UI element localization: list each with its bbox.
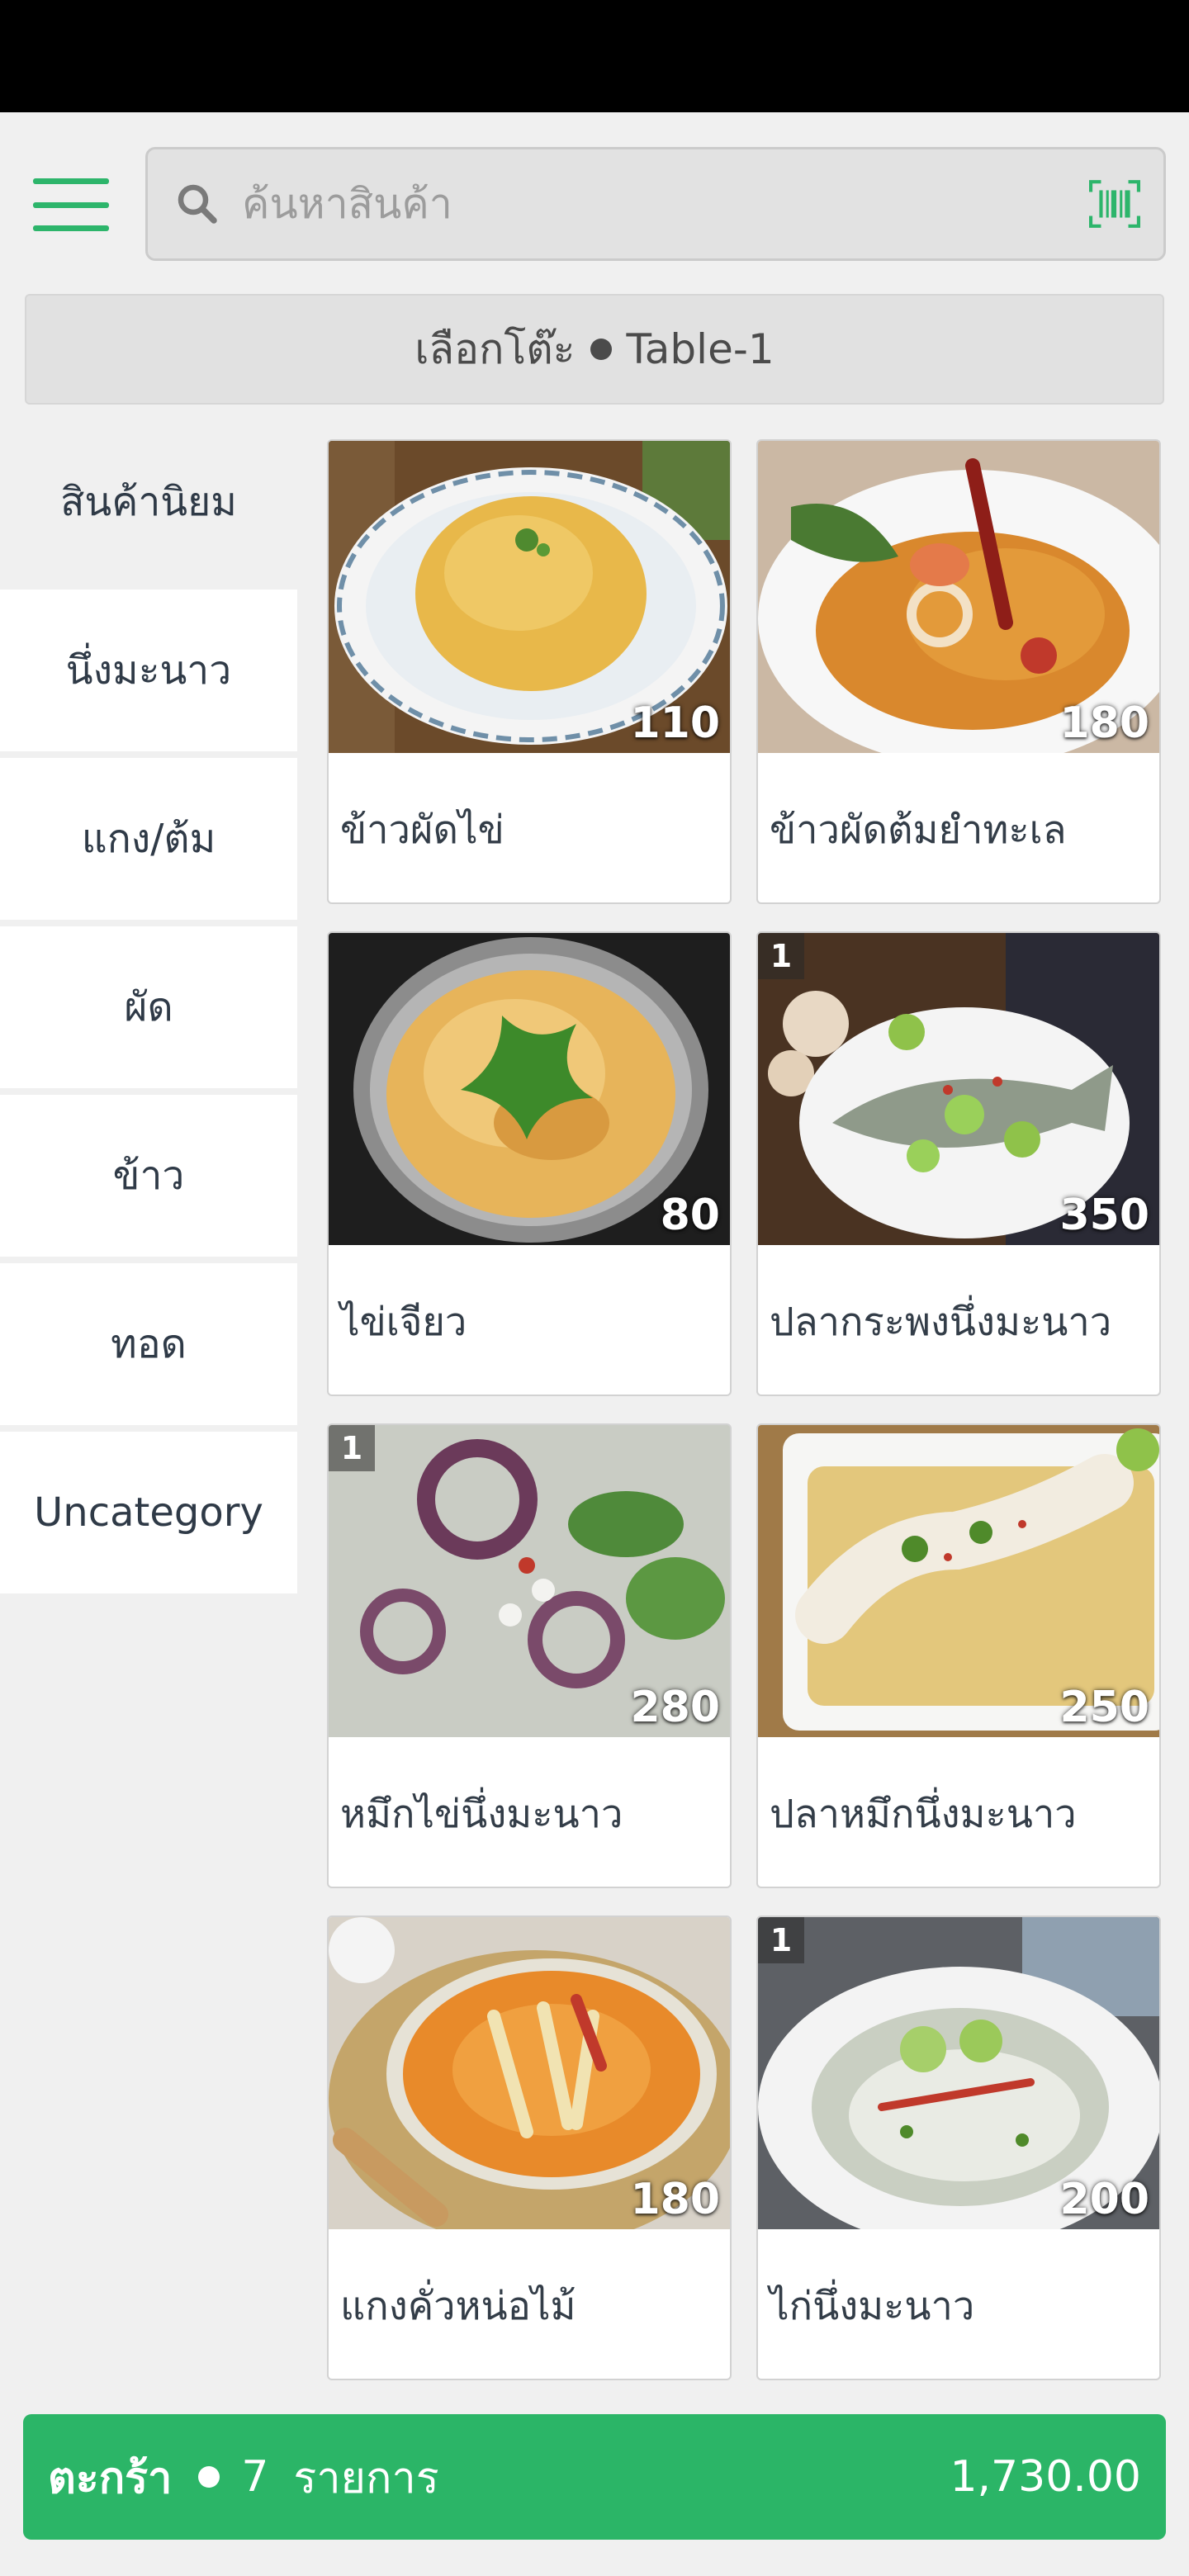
product-name: แกงคั่วหน่อไม้ — [340, 2283, 576, 2329]
separator-dot — [590, 339, 612, 360]
cart-button[interactable]: ตะกร้า 7 รายการ 1,730.00 — [23, 2414, 1166, 2540]
search-icon — [178, 184, 217, 224]
product-name: ไข่เจียว — [340, 1299, 467, 1345]
product-price: 80 — [660, 1191, 720, 1240]
status-bar — [0, 0, 1189, 112]
product-photo: 180 — [758, 441, 1159, 753]
category-label: แกง/ต้ม — [81, 816, 216, 862]
category-steamed-lime[interactable]: นึ่งมะนาว — [0, 590, 297, 751]
product-photo: 1 200 — [758, 1917, 1159, 2229]
product-name: ไก่นึ่งมะนาว — [770, 2283, 975, 2329]
hamburger-icon — [33, 178, 109, 184]
separator-dot — [198, 2466, 220, 2488]
product-card[interactable]: 180 แกงคั่วหน่อไม้ — [327, 1915, 732, 2380]
category-label: สินค้านิยม — [60, 479, 237, 525]
product-photo: 1 350 — [758, 933, 1159, 1245]
product-card[interactable]: 1 200 ไก่นึ่งมะนาว — [756, 1915, 1161, 2380]
product-price: 250 — [1059, 1683, 1149, 1732]
product-photo: 1 280 — [329, 1425, 730, 1737]
product-price: 200 — [1059, 2175, 1149, 2224]
product-card[interactable]: 250 ปลาหมึกนึ่งมะนาว — [756, 1423, 1161, 1888]
product-card[interactable]: 1 350 ปลากระพงนึ่งมะนาว — [756, 931, 1161, 1396]
product-quantity-badge: 1 — [758, 933, 804, 979]
search-input[interactable] — [242, 163, 1089, 245]
product-card[interactable]: 180 ข้าวผัดต้มยำทะเล — [756, 439, 1161, 904]
product-price: 110 — [630, 698, 720, 748]
product-photo: 80 — [329, 933, 730, 1245]
product-price: 280 — [630, 1683, 720, 1732]
product-price: 180 — [1059, 698, 1149, 748]
product-price: 180 — [630, 2175, 720, 2224]
cart-label: ตะกร้า — [48, 2453, 173, 2503]
cart-item-count: 7 — [241, 2452, 269, 2502]
category-label: ทอด — [111, 1321, 187, 1367]
product-name: ข้าวผัดไข่ — [340, 807, 504, 853]
category-label: นึ่งมะนาว — [65, 647, 232, 694]
category-sidebar: สินค้านิยม นึ่งมะนาว แกง/ต้ม ผัด ข้าว ทอ… — [0, 421, 297, 1600]
search-bar — [145, 147, 1166, 261]
product-card[interactable]: 1 280 หมึกไข่นึ่งมะนาว — [327, 1423, 732, 1888]
product-name: ปลากระพงนึ่งมะนาว — [770, 1299, 1112, 1345]
category-fried[interactable]: ทอด — [0, 1263, 297, 1425]
product-quantity-badge: 1 — [758, 1917, 804, 1963]
product-name: ข้าวผัดต้มยำทะเล — [770, 807, 1067, 853]
category-label: Uncategory — [34, 1489, 263, 1536]
category-stir-fry[interactable]: ผัด — [0, 926, 297, 1088]
category-uncategory[interactable]: Uncategory — [0, 1432, 297, 1593]
product-price: 350 — [1059, 1191, 1149, 1240]
product-photo: 180 — [329, 1917, 730, 2229]
menu-button[interactable] — [33, 175, 109, 234]
table-selector[interactable]: เลือกโต๊ะ Table-1 — [25, 294, 1164, 405]
product-name: หมึกไข่นึ่งมะนาว — [340, 1791, 623, 1837]
category-curry-soup[interactable]: แกง/ต้ม — [0, 758, 297, 920]
product-quantity-badge: 1 — [329, 1425, 375, 1471]
category-label: ข้าว — [112, 1153, 185, 1199]
product-name: ปลาหมึกนึ่งมะนาว — [770, 1791, 1077, 1837]
product-card[interactable]: 80 ไข่เจียว — [327, 931, 732, 1396]
table-selector-label: เลือกโต๊ะ — [414, 324, 576, 373]
cart-item-unit: รายการ — [293, 2453, 439, 2503]
product-photo: 250 — [758, 1425, 1159, 1737]
product-photo: 110 — [329, 441, 730, 753]
category-rice[interactable]: ข้าว — [0, 1095, 297, 1257]
barcode-icon[interactable] — [1089, 180, 1140, 228]
product-card[interactable]: 110 ข้าวผัดไข่ — [327, 439, 732, 904]
category-label: ผัด — [124, 984, 173, 1030]
category-popular[interactable]: สินค้านิยม — [0, 421, 297, 583]
cart-total: 1,730.00 — [950, 2452, 1141, 2502]
table-selector-value: Table-1 — [626, 325, 775, 373]
